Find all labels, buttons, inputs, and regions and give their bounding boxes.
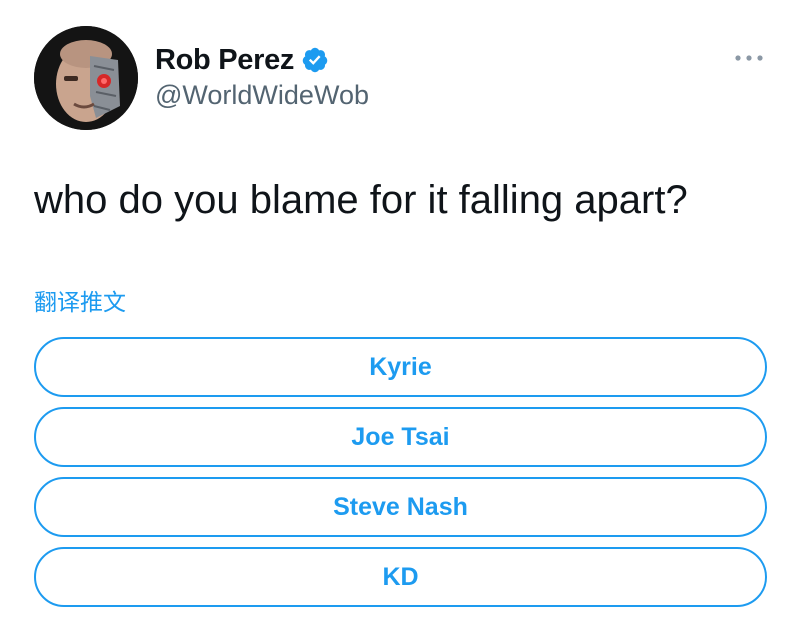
- more-options-icon[interactable]: [732, 50, 766, 66]
- poll-option-kyrie[interactable]: Kyrie: [34, 337, 767, 397]
- display-name[interactable]: Rob Perez: [155, 44, 294, 77]
- cyborg-face-avatar-icon: [34, 26, 138, 130]
- poll-option-kd[interactable]: KD: [34, 547, 767, 607]
- translate-tweet-link[interactable]: 翻译推文: [34, 283, 126, 317]
- poll-option-joe-tsai[interactable]: Joe Tsai: [34, 407, 767, 467]
- author-name-row: Rob Perez: [155, 40, 329, 80]
- avatar[interactable]: [34, 26, 138, 130]
- poll-option-steve-nash[interactable]: Steve Nash: [34, 477, 767, 537]
- tweet-text: who do you blame for it falling apart?: [34, 178, 688, 222]
- verified-badge-icon: [301, 46, 329, 74]
- poll: Kyrie Joe Tsai Steve Nash KD: [34, 337, 767, 617]
- author-handle[interactable]: @WorldWideWob: [155, 80, 369, 111]
- tweet-card: Rob Perez @WorldWideWob who do you blame…: [0, 0, 800, 618]
